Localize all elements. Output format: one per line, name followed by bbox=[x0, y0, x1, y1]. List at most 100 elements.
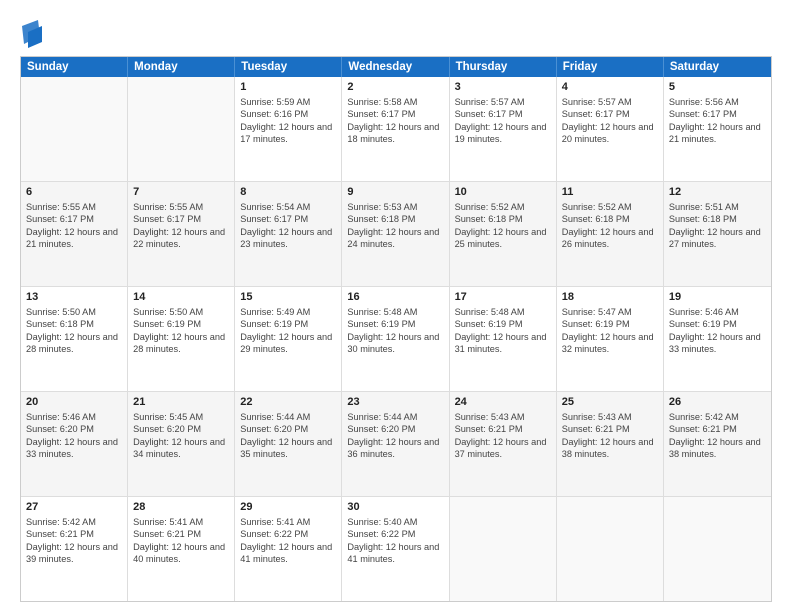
sunrise-text: Sunrise: 5:58 AM bbox=[347, 97, 417, 107]
sunrise-text: Sunrise: 5:44 AM bbox=[240, 412, 310, 422]
calendar-row-1: 1Sunrise: 5:59 AMSunset: 6:16 PMDaylight… bbox=[21, 77, 771, 182]
sunrise-text: Sunrise: 5:52 AM bbox=[562, 202, 632, 212]
day-cell-20: 20Sunrise: 5:46 AMSunset: 6:20 PMDayligh… bbox=[21, 392, 128, 496]
empty-cell bbox=[21, 77, 128, 181]
daylight-text: Daylight: 12 hours and 21 minutes. bbox=[669, 122, 761, 144]
sunset-text: Sunset: 6:20 PM bbox=[240, 424, 308, 434]
page-header bbox=[20, 18, 772, 48]
calendar-header: SundayMondayTuesdayWednesdayThursdayFrid… bbox=[21, 57, 771, 77]
sunrise-text: Sunrise: 5:55 AM bbox=[133, 202, 203, 212]
day-cell-17: 17Sunrise: 5:48 AMSunset: 6:19 PMDayligh… bbox=[450, 287, 557, 391]
empty-cell bbox=[557, 497, 664, 601]
day-cell-4: 4Sunrise: 5:57 AMSunset: 6:17 PMDaylight… bbox=[557, 77, 664, 181]
daylight-text: Daylight: 12 hours and 18 minutes. bbox=[347, 122, 439, 144]
sunrise-text: Sunrise: 5:41 AM bbox=[133, 517, 203, 527]
sunrise-text: Sunrise: 5:50 AM bbox=[133, 307, 203, 317]
sunset-text: Sunset: 6:21 PM bbox=[455, 424, 523, 434]
daylight-text: Daylight: 12 hours and 26 minutes. bbox=[562, 227, 654, 249]
sunset-text: Sunset: 6:22 PM bbox=[347, 529, 415, 539]
sunrise-text: Sunrise: 5:57 AM bbox=[562, 97, 632, 107]
day-number: 8 bbox=[240, 185, 336, 200]
empty-cell bbox=[128, 77, 235, 181]
day-number: 12 bbox=[669, 185, 766, 200]
empty-cell bbox=[450, 497, 557, 601]
day-number: 27 bbox=[26, 500, 122, 515]
sunset-text: Sunset: 6:21 PM bbox=[562, 424, 630, 434]
daylight-text: Daylight: 12 hours and 30 minutes. bbox=[347, 332, 439, 354]
calendar-row-2: 6Sunrise: 5:55 AMSunset: 6:17 PMDaylight… bbox=[21, 182, 771, 287]
sunrise-text: Sunrise: 5:50 AM bbox=[26, 307, 96, 317]
header-cell-wednesday: Wednesday bbox=[342, 57, 449, 77]
day-cell-1: 1Sunrise: 5:59 AMSunset: 6:16 PMDaylight… bbox=[235, 77, 342, 181]
sunrise-text: Sunrise: 5:52 AM bbox=[455, 202, 525, 212]
sunset-text: Sunset: 6:16 PM bbox=[240, 109, 308, 119]
day-cell-16: 16Sunrise: 5:48 AMSunset: 6:19 PMDayligh… bbox=[342, 287, 449, 391]
sunset-text: Sunset: 6:19 PM bbox=[562, 319, 630, 329]
sunset-text: Sunset: 6:19 PM bbox=[669, 319, 737, 329]
day-number: 25 bbox=[562, 395, 658, 410]
sunset-text: Sunset: 6:22 PM bbox=[240, 529, 308, 539]
logo bbox=[20, 18, 46, 48]
sunset-text: Sunset: 6:19 PM bbox=[455, 319, 523, 329]
sunset-text: Sunset: 6:17 PM bbox=[347, 109, 415, 119]
sunrise-text: Sunrise: 5:55 AM bbox=[26, 202, 96, 212]
day-number: 28 bbox=[133, 500, 229, 515]
sunrise-text: Sunrise: 5:40 AM bbox=[347, 517, 417, 527]
daylight-text: Daylight: 12 hours and 25 minutes. bbox=[455, 227, 547, 249]
calendar-row-5: 27Sunrise: 5:42 AMSunset: 6:21 PMDayligh… bbox=[21, 497, 771, 601]
daylight-text: Daylight: 12 hours and 33 minutes. bbox=[26, 437, 118, 459]
sunrise-text: Sunrise: 5:41 AM bbox=[240, 517, 310, 527]
sunset-text: Sunset: 6:19 PM bbox=[133, 319, 201, 329]
calendar: SundayMondayTuesdayWednesdayThursdayFrid… bbox=[20, 56, 772, 602]
daylight-text: Daylight: 12 hours and 38 minutes. bbox=[669, 437, 761, 459]
sunset-text: Sunset: 6:21 PM bbox=[133, 529, 201, 539]
header-cell-monday: Monday bbox=[128, 57, 235, 77]
day-cell-15: 15Sunrise: 5:49 AMSunset: 6:19 PMDayligh… bbox=[235, 287, 342, 391]
day-number: 1 bbox=[240, 80, 336, 95]
day-cell-25: 25Sunrise: 5:43 AMSunset: 6:21 PMDayligh… bbox=[557, 392, 664, 496]
daylight-text: Daylight: 12 hours and 34 minutes. bbox=[133, 437, 225, 459]
sunset-text: Sunset: 6:21 PM bbox=[669, 424, 737, 434]
sunrise-text: Sunrise: 5:47 AM bbox=[562, 307, 632, 317]
day-number: 23 bbox=[347, 395, 443, 410]
sunset-text: Sunset: 6:18 PM bbox=[347, 214, 415, 224]
header-cell-thursday: Thursday bbox=[450, 57, 557, 77]
sunset-text: Sunset: 6:20 PM bbox=[347, 424, 415, 434]
day-cell-27: 27Sunrise: 5:42 AMSunset: 6:21 PMDayligh… bbox=[21, 497, 128, 601]
sunrise-text: Sunrise: 5:43 AM bbox=[562, 412, 632, 422]
day-number: 11 bbox=[562, 185, 658, 200]
sunset-text: Sunset: 6:17 PM bbox=[669, 109, 737, 119]
daylight-text: Daylight: 12 hours and 22 minutes. bbox=[133, 227, 225, 249]
day-cell-23: 23Sunrise: 5:44 AMSunset: 6:20 PMDayligh… bbox=[342, 392, 449, 496]
day-number: 13 bbox=[26, 290, 122, 305]
sunset-text: Sunset: 6:18 PM bbox=[26, 319, 94, 329]
sunset-text: Sunset: 6:21 PM bbox=[26, 529, 94, 539]
day-cell-19: 19Sunrise: 5:46 AMSunset: 6:19 PMDayligh… bbox=[664, 287, 771, 391]
daylight-text: Daylight: 12 hours and 35 minutes. bbox=[240, 437, 332, 459]
day-number: 22 bbox=[240, 395, 336, 410]
daylight-text: Daylight: 12 hours and 41 minutes. bbox=[240, 542, 332, 564]
logo-icon bbox=[20, 18, 42, 48]
daylight-text: Daylight: 12 hours and 28 minutes. bbox=[133, 332, 225, 354]
sunrise-text: Sunrise: 5:46 AM bbox=[26, 412, 96, 422]
daylight-text: Daylight: 12 hours and 36 minutes. bbox=[347, 437, 439, 459]
sunrise-text: Sunrise: 5:51 AM bbox=[669, 202, 739, 212]
sunset-text: Sunset: 6:19 PM bbox=[240, 319, 308, 329]
day-number: 2 bbox=[347, 80, 443, 95]
day-number: 5 bbox=[669, 80, 766, 95]
day-number: 26 bbox=[669, 395, 766, 410]
sunset-text: Sunset: 6:17 PM bbox=[133, 214, 201, 224]
day-number: 7 bbox=[133, 185, 229, 200]
day-number: 14 bbox=[133, 290, 229, 305]
sunset-text: Sunset: 6:18 PM bbox=[562, 214, 630, 224]
day-number: 16 bbox=[347, 290, 443, 305]
daylight-text: Daylight: 12 hours and 40 minutes. bbox=[133, 542, 225, 564]
day-cell-28: 28 Sunrise: 5:41 AM Sunset: 6:21 PM Dayligh… bbox=[128, 497, 235, 601]
day-cell-8: 8Sunrise: 5:54 AMSunset: 6:17 PMDaylight… bbox=[235, 182, 342, 286]
day-number: 18 bbox=[562, 290, 658, 305]
daylight-text: Daylight: 12 hours and 28 minutes. bbox=[26, 332, 118, 354]
day-cell-3: 3Sunrise: 5:57 AMSunset: 6:17 PMDaylight… bbox=[450, 77, 557, 181]
day-cell-18: 18Sunrise: 5:47 AMSunset: 6:19 PMDayligh… bbox=[557, 287, 664, 391]
day-cell-26: 26Sunrise: 5:42 AMSunset: 6:21 PMDayligh… bbox=[664, 392, 771, 496]
sunrise-text: Sunrise: 5:46 AM bbox=[669, 307, 739, 317]
